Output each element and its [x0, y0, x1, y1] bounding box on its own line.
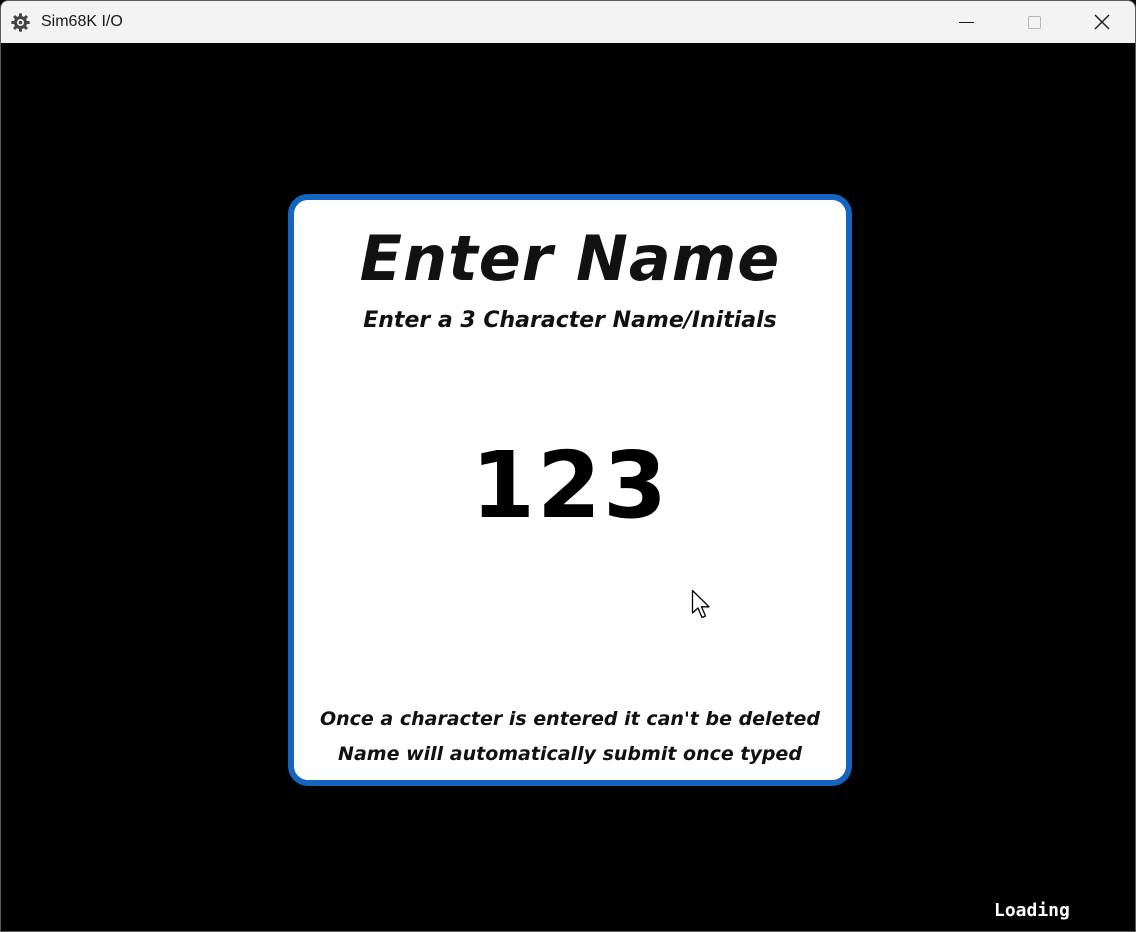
- maximize-button[interactable]: [1000, 1, 1068, 43]
- output-canvas[interactable]: Enter Name Enter a 3 Character Name/Init…: [1, 43, 1135, 931]
- entered-name-value[interactable]: 123: [294, 432, 846, 539]
- dialog-title: Enter Name: [359, 222, 781, 295]
- title-bar[interactable]: Sim68K I/O: [1, 1, 1135, 43]
- mouse-pointer-icon: [691, 589, 710, 619]
- close-button[interactable]: [1068, 1, 1135, 43]
- enter-name-dialog: Enter Name Enter a 3 Character Name/Init…: [288, 194, 852, 786]
- app-window: Sim68K I/O Enter Name Enter a 3 Characte…: [0, 0, 1136, 932]
- gear-icon: [11, 13, 30, 32]
- window-title: Sim68K I/O: [41, 13, 123, 30]
- minimize-icon: [958, 21, 974, 23]
- dialog-subtitle: Enter a 3 Character Name/Initials: [363, 308, 777, 333]
- close-icon: [1094, 14, 1110, 30]
- loading-status: Loading: [994, 900, 1070, 921]
- minimize-button[interactable]: [932, 1, 1000, 43]
- maximize-icon: [1027, 15, 1041, 29]
- note-no-delete: Once a character is entered it can't be …: [319, 708, 821, 730]
- note-auto-submit: Name will automatically submit once type…: [338, 743, 802, 765]
